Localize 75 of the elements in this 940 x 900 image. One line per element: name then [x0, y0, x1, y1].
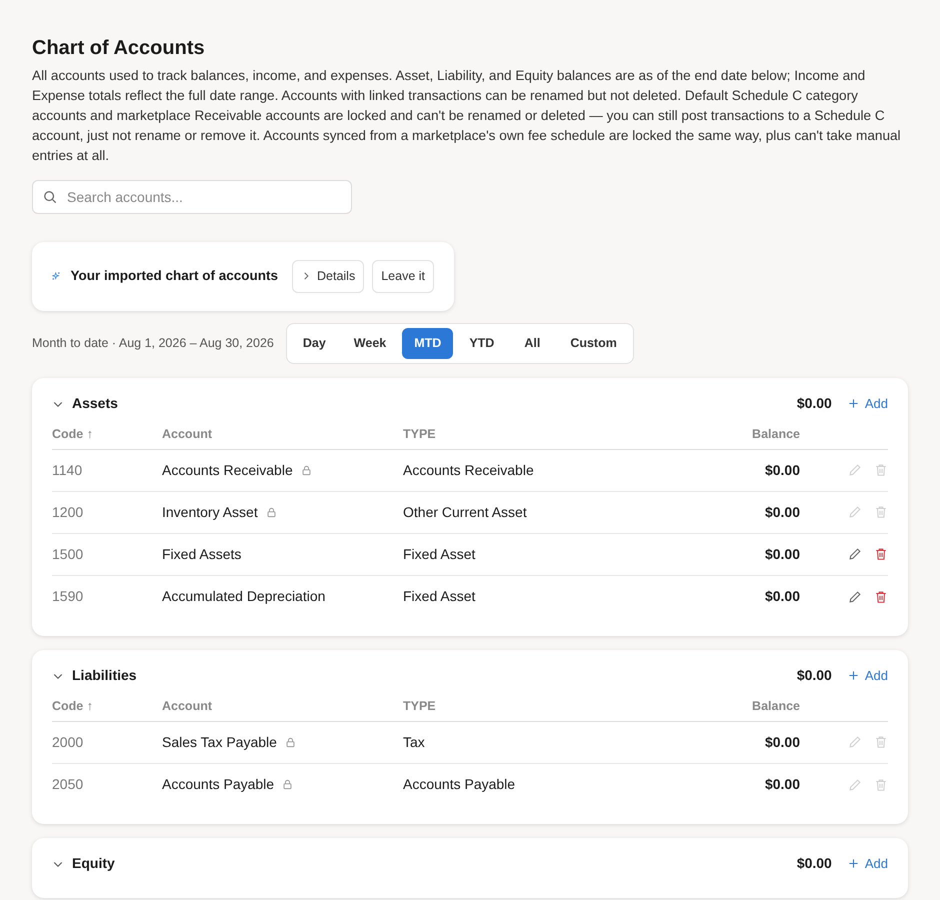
trash-icon — [874, 505, 888, 519]
page-title: Chart of Accounts — [32, 36, 206, 60]
delete-button[interactable] — [874, 590, 888, 604]
pencil-icon — [848, 778, 862, 792]
pencil-icon — [848, 463, 862, 477]
add-button[interactable]: Add — [848, 666, 888, 686]
account-balance: $0.00 — [764, 775, 800, 794]
pencil-icon — [848, 735, 862, 749]
column-header: Balance — [751, 426, 800, 443]
account-name: Inventory Asset — [162, 502, 258, 522]
account-name: Fixed Assets — [162, 544, 242, 564]
account-code: 1590 — [52, 587, 84, 606]
plus-icon — [848, 858, 859, 869]
period-tab[interactable]: Custom — [558, 328, 629, 358]
period-tab[interactable]: YTD — [457, 328, 506, 358]
account-type: Fixed Asset — [403, 544, 476, 564]
column-header: Account — [162, 426, 213, 443]
add-button[interactable]: Add — [848, 854, 888, 874]
period-tab[interactable]: MTD — [402, 328, 454, 358]
column-header: Balance — [751, 698, 800, 715]
trash-icon — [874, 735, 888, 749]
column-header: TYPE — [403, 426, 437, 443]
pencil-icon — [848, 505, 862, 519]
delete-button[interactable] — [874, 547, 888, 561]
section-title: Liabilities — [72, 666, 137, 685]
account-name: Accounts Payable — [162, 775, 274, 794]
add-button[interactable]: Add — [848, 394, 888, 414]
plus-icon — [848, 670, 859, 681]
account-type: Other Current Asset — [403, 502, 528, 522]
edit-button[interactable] — [848, 590, 862, 604]
account-name: Sales Tax Payable — [162, 732, 277, 752]
section-total: $0.00 — [796, 666, 832, 685]
section-total: $0.00 — [796, 854, 832, 873]
pencil-icon — [848, 547, 862, 561]
section-title: Equity — [72, 854, 115, 873]
column-header[interactable]: Code ↑ — [52, 424, 162, 444]
period-tab[interactable]: Week — [342, 328, 398, 358]
leave-button[interactable]: Leave it — [372, 260, 434, 293]
date-range-label: Month to date · Aug 1, 2026 – Aug 30, 2026 — [32, 334, 274, 352]
account-balance: $0.00 — [764, 732, 800, 752]
details-button[interactable]: Details — [292, 260, 364, 293]
section-total: $0.00 — [796, 394, 832, 413]
edit-button[interactable] — [848, 547, 862, 561]
period-tab[interactable]: All — [510, 328, 554, 358]
section-title: Assets — [72, 394, 118, 413]
account-code: 1500 — [52, 544, 84, 564]
account-balance: $0.00 — [764, 502, 800, 522]
account-code: 2050 — [52, 775, 84, 794]
column-header: Account — [162, 698, 213, 715]
account-type: Fixed Asset — [403, 587, 476, 606]
account-balance: $0.00 — [764, 460, 800, 480]
trash-icon — [874, 547, 888, 561]
trash-icon — [874, 590, 888, 604]
search-input[interactable]: Search accounts... — [65, 186, 341, 208]
description-text: All accounts used to track balances, income, and expenses. Asset, Liability, and Equity balances are as of the end date below; Income and Expense totals reflect the full date range. Accounts with linked transactions can be renamed but not deleted. Default Schedule C category accounts and marketplace Receivable accounts are locked and can't be renamed or deleted — you can still post transactions to a Schedule C account, just not rename or remove it. Accounts synced from a marketplace's own fee schedule are locked the same way, plus can't take manual entries at all. — [32, 67, 902, 165]
account-code: 1200 — [52, 502, 84, 522]
account-name: Accounts Receivable — [162, 460, 293, 480]
account-type: Accounts Payable — [403, 775, 516, 794]
trash-icon — [874, 463, 888, 477]
pencil-icon — [848, 590, 862, 604]
plus-icon — [848, 398, 859, 409]
column-header[interactable]: Code ↑ — [52, 696, 162, 716]
banner-title: Your imported chart of accounts — [70, 267, 278, 286]
account-type: Accounts Receivable — [403, 460, 535, 480]
account-name: Accumulated Depreciation — [162, 587, 326, 606]
trash-icon — [874, 778, 888, 792]
account-balance: $0.00 — [764, 587, 800, 606]
search-field[interactable]: Search accounts... — [32, 180, 352, 214]
period-tab[interactable]: Day — [290, 328, 338, 358]
column-header: TYPE — [403, 698, 437, 715]
account-balance: $0.00 — [764, 544, 800, 564]
search-icon — [43, 190, 57, 204]
account-code: 1140 — [52, 460, 84, 480]
account-type: Tax — [403, 732, 426, 752]
account-code: 2000 — [52, 732, 84, 752]
